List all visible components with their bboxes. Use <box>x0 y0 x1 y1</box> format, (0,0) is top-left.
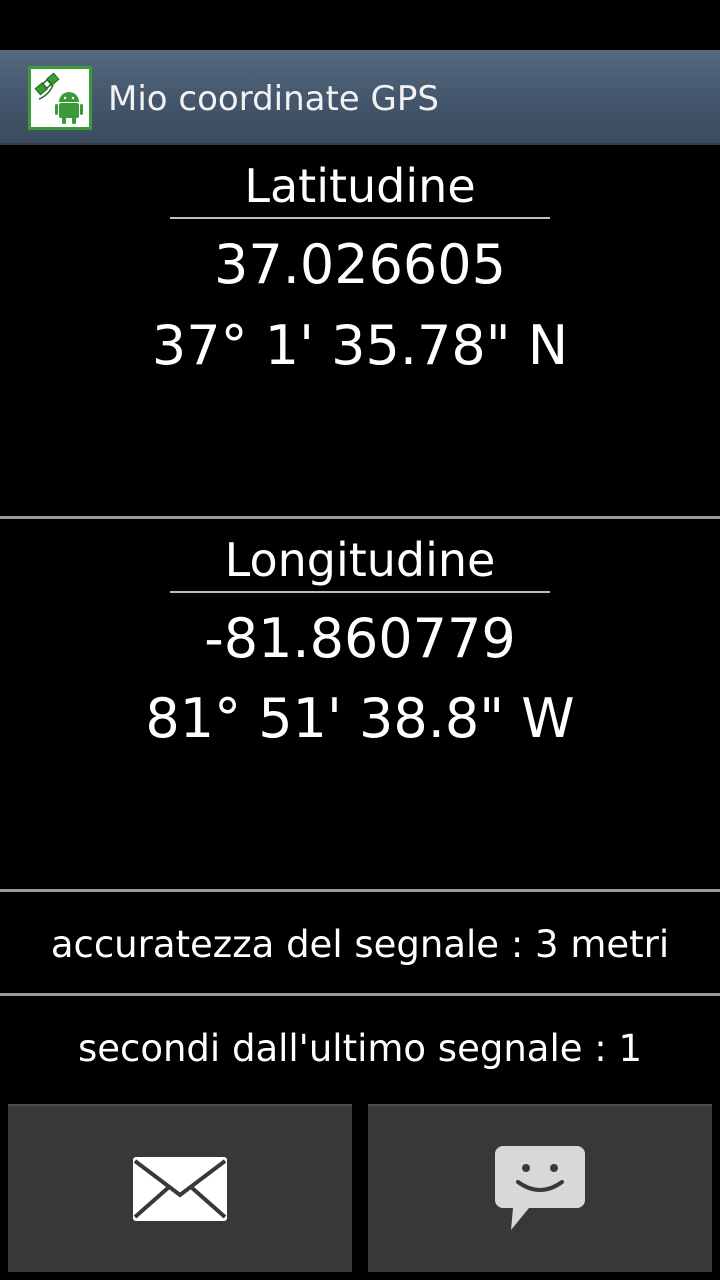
latitude-dms: 37° 1' 35.78" N <box>151 314 569 377</box>
envelope-icon <box>133 1157 227 1221</box>
screen: Mio coordinate GPS Latitudine 37.026605 … <box>0 0 720 1280</box>
last-signal-text: secondi dall'ultimo segnale : 1 <box>77 1027 643 1070</box>
app-icon[interactable] <box>28 66 92 130</box>
divider-latitude <box>0 516 720 519</box>
chat-bubble-smiley-icon <box>495 1146 585 1230</box>
satellite-android-icon <box>34 72 83 124</box>
latitude-underline <box>170 217 550 219</box>
longitude-label: Longitudine <box>224 533 496 587</box>
divider-accuracy <box>0 993 720 996</box>
longitude-dms: 81° 51' 38.8" W <box>145 687 575 750</box>
app-title: Mio coordinate GPS <box>108 79 439 119</box>
status-bar <box>0 0 720 50</box>
latitude-decimal: 37.026605 <box>213 233 507 296</box>
accuracy-text: accuratezza del segnale : 3 metri <box>50 923 670 966</box>
latitude-label: Latitudine <box>244 159 476 213</box>
send-sms-button[interactable] <box>368 1104 712 1272</box>
longitude-underline <box>170 591 550 593</box>
action-bar: Mio coordinate GPS <box>0 50 720 145</box>
divider-longitude <box>0 889 720 892</box>
longitude-decimal: -81.860779 <box>204 607 516 670</box>
send-email-button[interactable] <box>8 1104 352 1272</box>
